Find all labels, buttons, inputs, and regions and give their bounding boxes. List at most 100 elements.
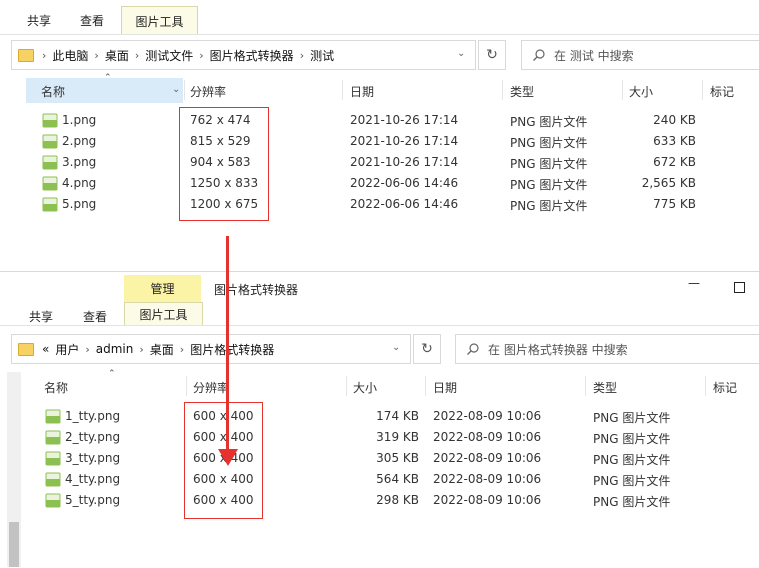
column-header-type[interactable]: 类型 xyxy=(510,83,534,100)
breadcrumb-item[interactable]: 图片格式转换器 xyxy=(190,341,274,358)
search-icon xyxy=(467,343,479,355)
file-size: 305 KB xyxy=(376,451,419,465)
column-header-resolution[interactable]: 分辨率 xyxy=(193,379,229,396)
red-arrow-head xyxy=(218,449,238,466)
breadcrumb-item[interactable]: 桌面 xyxy=(150,341,174,358)
folder-icon xyxy=(18,342,34,356)
breadcrumb-item[interactable]: admin xyxy=(96,342,134,356)
minimize-icon[interactable]: — xyxy=(688,276,700,290)
file-row[interactable]: 2.png 815 x 529 2021-10-26 17:14 PNG 图片文… xyxy=(0,131,759,152)
png-file-icon xyxy=(42,113,58,128)
file-size: 672 KB xyxy=(653,155,696,169)
address-bar[interactable]: « 用户 › admin › 桌面 › 图片格式转换器 ⌄ xyxy=(11,334,411,364)
nav-pane-scrollbar[interactable] xyxy=(7,372,21,567)
ribbon-tab-picture-tools[interactable]: 图片工具 xyxy=(121,6,198,35)
address-bar[interactable]: › 此电脑 › 桌面 › 测试文件 › 图片格式转换器 › 测试 ⌄ xyxy=(11,40,476,70)
file-row[interactable]: 1.png 762 x 474 2021-10-26 17:14 PNG 图片文… xyxy=(0,110,759,131)
png-file-icon xyxy=(42,155,58,170)
png-file-icon xyxy=(45,493,61,508)
column-header-tags[interactable]: 标记 xyxy=(713,379,737,396)
refresh-button[interactable]: ↻ xyxy=(413,334,441,364)
file-row[interactable]: 2_tty.png 600 x 400 319 KB 2022-08-09 10… xyxy=(0,427,759,448)
file-size: 174 KB xyxy=(376,409,419,423)
file-type: PNG 图片文件 xyxy=(510,115,588,129)
column-header-tags[interactable]: 标记 xyxy=(710,83,734,100)
scrollbar-thumb[interactable] xyxy=(9,522,19,567)
column-header-size[interactable]: 大小 xyxy=(353,379,377,396)
file-name: 2_tty.png xyxy=(65,430,121,444)
file-type: PNG 图片文件 xyxy=(510,199,588,213)
file-date: 2021-10-26 17:14 xyxy=(350,113,459,127)
file-row[interactable]: 5.png 1200 x 675 2022-06-06 14:46 PNG 图片… xyxy=(0,194,759,215)
dropdown-chevron-icon[interactable]: ⌄ xyxy=(457,48,465,59)
refresh-button[interactable]: ↻ xyxy=(478,40,506,70)
sort-caret-icon: ⌃ xyxy=(104,73,112,83)
ribbon-top: 共享 查看 图片工具 xyxy=(0,0,759,35)
file-row[interactable]: 3_tty.png 600 x 400 305 KB 2022-08-09 10… xyxy=(0,448,759,469)
file-name: 5.png xyxy=(62,197,97,211)
dropdown-chevron-icon[interactable]: ⌄ xyxy=(392,342,400,353)
file-row[interactable]: 5_tty.png 600 x 400 298 KB 2022-08-09 10… xyxy=(0,490,759,511)
search-input[interactable]: 在 图片格式转换器 中搜索 xyxy=(455,334,759,364)
file-row[interactable]: 4.png 1250 x 833 2022-06-06 14:46 PNG 图片… xyxy=(0,173,759,194)
file-type: PNG 图片文件 xyxy=(593,474,671,488)
png-file-icon xyxy=(42,176,58,191)
breadcrumb-item[interactable]: 测试文件 xyxy=(145,47,193,64)
file-size: 298 KB xyxy=(376,493,419,507)
resolution-highlight-box xyxy=(179,107,269,221)
file-size: 240 KB xyxy=(653,113,696,127)
search-input[interactable]: 在 测试 中搜索 xyxy=(521,40,759,70)
file-type: PNG 图片文件 xyxy=(593,432,671,446)
png-file-icon xyxy=(45,472,61,487)
red-arrow-shaft xyxy=(226,236,229,450)
column-header-type[interactable]: 类型 xyxy=(593,379,617,396)
breadcrumb-item[interactable]: 此电脑 xyxy=(52,47,88,64)
file-size: 775 KB xyxy=(653,197,696,211)
sort-caret-icon: ⌃ xyxy=(108,369,116,379)
ribbon-tab-share[interactable]: 共享 xyxy=(27,12,51,29)
refresh-icon: ↻ xyxy=(486,47,498,63)
file-size: 319 KB xyxy=(376,430,419,444)
file-name: 1.png xyxy=(62,113,97,127)
file-date: 2022-08-09 10:06 xyxy=(433,472,542,486)
png-file-icon xyxy=(45,409,61,424)
column-header-date[interactable]: 日期 xyxy=(433,379,457,396)
breadcrumb-item[interactable]: 测试 xyxy=(310,47,334,64)
file-date: 2021-10-26 17:14 xyxy=(350,134,459,148)
file-type: PNG 图片文件 xyxy=(510,157,588,171)
file-type: PNG 图片文件 xyxy=(510,178,588,192)
dropdown-chevron-icon[interactable]: ⌄ xyxy=(172,84,180,95)
breadcrumb-item[interactable]: 桌面 xyxy=(105,47,129,64)
file-type: PNG 图片文件 xyxy=(593,495,671,509)
column-header-name[interactable]: 名称 xyxy=(44,379,68,396)
file-row[interactable]: 1_tty.png 600 x 400 174 KB 2022-08-09 10… xyxy=(0,406,759,427)
file-row[interactable]: 4_tty.png 600 x 400 564 KB 2022-08-09 10… xyxy=(0,469,759,490)
png-file-icon xyxy=(45,430,61,445)
column-header-resolution[interactable]: 分辨率 xyxy=(190,83,226,100)
folder-icon xyxy=(18,48,34,62)
breadcrumb-item[interactable]: 图片格式转换器 xyxy=(210,47,294,64)
file-type: PNG 图片文件 xyxy=(510,136,588,150)
ribbon-tab-picture-tools[interactable]: 图片工具 xyxy=(124,302,203,326)
file-size: 2,565 KB xyxy=(641,176,696,190)
ribbon-tab-view[interactable]: 查看 xyxy=(83,308,107,325)
file-date: 2022-08-09 10:06 xyxy=(433,430,542,444)
file-name: 2.png xyxy=(62,134,97,148)
search-placeholder: 在 图片格式转换器 中搜索 xyxy=(488,342,628,357)
breadcrumb-overflow[interactable]: « xyxy=(42,342,49,356)
search-icon xyxy=(533,49,545,61)
file-date: 2022-06-06 14:46 xyxy=(350,176,459,190)
file-name: 5_tty.png xyxy=(65,493,121,507)
ribbon-tab-view[interactable]: 查看 xyxy=(80,12,104,29)
column-header-date[interactable]: 日期 xyxy=(350,83,374,100)
breadcrumb-item[interactable]: 用户 xyxy=(55,341,79,358)
file-date: 2022-08-09 10:06 xyxy=(433,409,542,423)
file-row[interactable]: 3.png 904 x 583 2021-10-26 17:14 PNG 图片文… xyxy=(0,152,759,173)
column-header-size[interactable]: 大小 xyxy=(629,83,653,100)
maximize-icon[interactable] xyxy=(734,282,745,293)
file-name: 4_tty.png xyxy=(65,472,121,486)
ribbon-tab-share[interactable]: 共享 xyxy=(29,308,53,325)
file-date: 2022-08-09 10:06 xyxy=(433,493,542,507)
ribbon-context-header-manage: 管理 xyxy=(124,275,201,302)
column-header-name[interactable]: 名称 xyxy=(41,83,65,100)
